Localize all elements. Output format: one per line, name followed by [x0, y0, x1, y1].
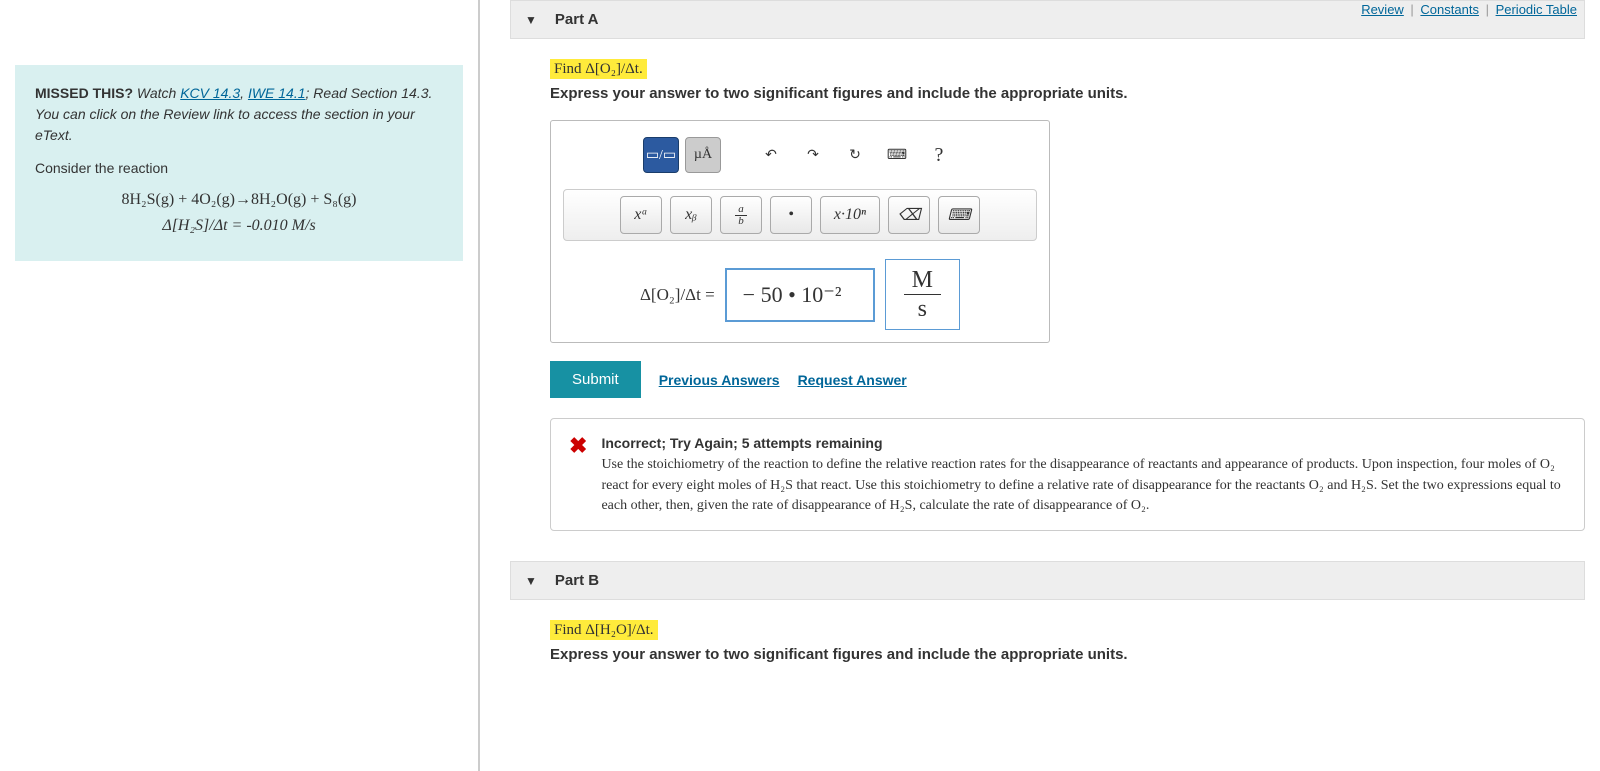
redo-button[interactable]: ↷	[795, 137, 831, 173]
undo-button[interactable]: ↶	[753, 137, 789, 173]
unit-input[interactable]: M s	[885, 259, 960, 330]
missed-watch: Watch	[137, 85, 180, 101]
kcv-link[interactable]: KCV 14.3	[180, 85, 240, 101]
missed-prefix: MISSED THIS?	[35, 85, 133, 101]
find-expression-a: Δ[O₂]/Δt.	[585, 61, 642, 77]
periodic-link[interactable]: Periodic Table	[1496, 2, 1577, 17]
left-panel: MISSED THIS? Watch KCV 14.3, IWE 14.1; R…	[0, 0, 480, 771]
feedback-body: Use the stoichiometry of the reaction to…	[601, 455, 1566, 516]
toolbar-row-1: ▭/▭ µÅ ↶ ↷ ↻ ⌨ ?	[563, 133, 1037, 177]
dot-button[interactable]: •	[770, 196, 812, 234]
subscript-button[interactable]: xᵦ	[670, 196, 712, 234]
reset-button[interactable]: ↻	[837, 137, 873, 173]
template-button[interactable]: ▭/▭	[643, 137, 679, 173]
iwe-link[interactable]: IWE 14.1	[248, 85, 306, 101]
find-expression-b: Δ[H₂O]/Δt.	[585, 622, 653, 638]
request-answer-link[interactable]: Request Answer	[798, 372, 907, 388]
incorrect-icon: ✖	[569, 433, 587, 459]
keyboard-toggle-button[interactable]: ⌨	[938, 196, 980, 234]
scientific-button[interactable]: x·10ⁿ	[820, 196, 880, 234]
constants-link[interactable]: Constants	[1420, 2, 1479, 17]
answer-line: Δ[O₂]/Δt = − 50 • 10⁻² M s	[563, 259, 1037, 330]
fraction-button[interactable]: ab	[720, 196, 762, 234]
answer-entry-box: ▭/▭ µÅ ↶ ↷ ↻ ⌨ ? xᵃ xᵦ ab • x·10ⁿ ⌫ ⌨	[550, 120, 1050, 343]
review-link[interactable]: Review	[1361, 2, 1404, 17]
missed-this-box: MISSED THIS? Watch KCV 14.3, IWE 14.1; R…	[15, 65, 463, 261]
superscript-button[interactable]: xᵃ	[620, 196, 662, 234]
consider-text: Consider the reaction	[35, 158, 443, 179]
highlight-b: Find Δ[H₂O]/Δt.	[550, 620, 658, 640]
previous-answers-link[interactable]: Previous Answers	[659, 372, 780, 388]
unit-numerator: M	[904, 266, 941, 295]
keyboard-button[interactable]: ⌨	[879, 137, 915, 173]
unit-denominator: s	[904, 295, 941, 323]
instruction-b: Express your answer to two significant f…	[550, 646, 1585, 663]
top-nav-links: Review | Constants | Periodic Table	[1358, 2, 1580, 17]
given-rate: Δ[H₂S]/Δt = -0.010 M/s	[35, 217, 443, 235]
help-button[interactable]: ?	[921, 137, 957, 173]
answer-label: Δ[O₂]/Δt =	[640, 285, 715, 305]
submit-button[interactable]: Submit	[550, 361, 641, 398]
units-button[interactable]: µÅ	[685, 137, 721, 173]
caret-down-icon: ▼	[525, 574, 537, 588]
toolbar-row-2: xᵃ xᵦ ab • x·10ⁿ ⌫ ⌨	[563, 189, 1037, 241]
value-input[interactable]: − 50 • 10⁻²	[725, 268, 875, 322]
part-b-header[interactable]: ▼ Part B	[510, 561, 1585, 600]
part-b-title: Part B	[555, 572, 599, 589]
feedback-heading: Incorrect; Try Again; 5 attempts remaini…	[601, 433, 1566, 453]
backspace-button[interactable]: ⌫	[888, 196, 930, 234]
highlight-a: Find Δ[O₂]/Δt.	[550, 59, 647, 79]
instruction-a: Express your answer to two significant f…	[550, 85, 1585, 102]
reaction-equation: 8H₂S(g) + 4O₂(g)→8H₂O(g) + S₈(g)	[35, 191, 443, 209]
feedback-box: ✖ Incorrect; Try Again; 5 attempts remai…	[550, 418, 1585, 531]
button-row: Submit Previous Answers Request Answer	[550, 361, 1585, 398]
caret-down-icon: ▼	[525, 13, 537, 27]
right-panel: ▼ Part A Find Δ[O₂]/Δt. Express your ans…	[480, 0, 1600, 771]
part-a-title: Part A	[555, 11, 599, 28]
